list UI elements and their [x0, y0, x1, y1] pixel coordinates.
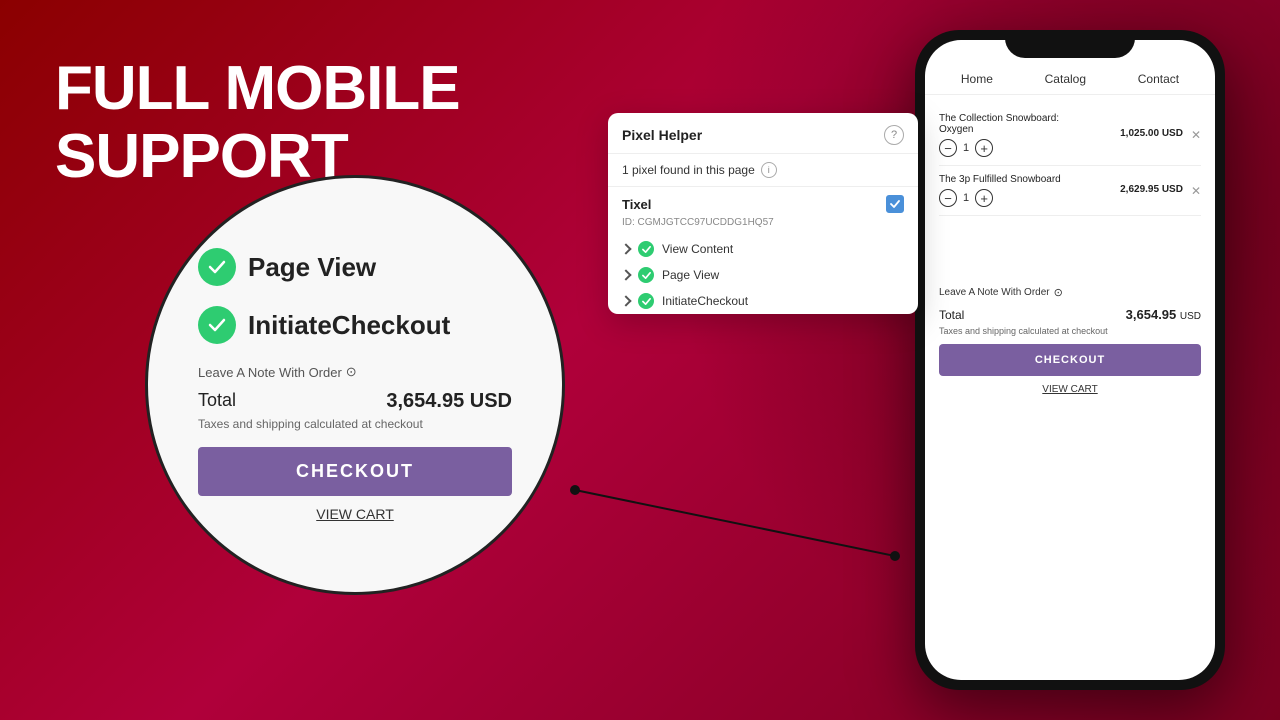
ph-subheader: 1 pixel found in this page i — [608, 154, 918, 187]
circle-note-row: Leave A Note With Order ⊙ — [198, 364, 512, 380]
qty-control-1: − 1 + — [939, 139, 1079, 157]
circle-total-row: Total 3,654.95 USD — [198, 390, 512, 413]
phone-screen: Home Catalog Contact The Collection Snow… — [925, 40, 1215, 680]
product-1-name: The Collection Snowboard: Oxygen — [939, 113, 1079, 135]
phone-note-row: Leave A Note With Order ⊙ — [939, 276, 1201, 303]
product-1-remove[interactable]: ✕ — [1191, 128, 1201, 142]
badge-initiate-checkout: InitiateCheckout — [198, 306, 512, 344]
ph-event-view-content-label: View Content — [662, 242, 733, 256]
qty-1: 1 — [963, 142, 969, 154]
phone-nav: Home Catalog Contact — [925, 58, 1215, 95]
ph-tixel-row: Tixel — [608, 187, 918, 217]
heading-line1: FULL MOBILE — [55, 55, 460, 123]
ph-pixel-found-text: 1 pixel found in this page — [622, 163, 755, 177]
main-heading: FULL MOBILE SUPPORT — [55, 55, 460, 191]
check-badge-initiatecheckout — [198, 306, 236, 344]
badge-initiatecheckout-label: InitiateCheckout — [248, 310, 450, 341]
product-2-price: 2,629.95 USD — [1120, 184, 1183, 195]
phone-checkout-button[interactable]: CHECKOUT — [939, 344, 1201, 376]
qty-plus-1[interactable]: + — [975, 139, 993, 157]
ph-event-view-content[interactable]: View Content — [608, 236, 918, 262]
phone-note-label: Leave A Note With Order — [939, 287, 1050, 298]
circle-note-icon: ⊙ — [346, 364, 357, 380]
phone-total-label: Total — [939, 308, 964, 322]
product-1-price: 1,025.00 USD — [1120, 128, 1183, 139]
circle-tax-note: Taxes and shipping calculated at checkou… — [198, 417, 512, 431]
phone-nav-home[interactable]: Home — [961, 72, 993, 86]
qty-2: 1 — [963, 192, 969, 204]
phone-product-2: The 3p Fulfilled Snowboard − 1 + 2,629.9… — [939, 166, 1201, 216]
circle-viewcart-button[interactable]: VIEW CART — [198, 506, 512, 522]
ph-info-icon: i — [761, 162, 777, 178]
phone-tax-note: Taxes and shipping calculated at checkou… — [939, 326, 1201, 344]
ph-event-page-view[interactable]: Page View — [608, 262, 918, 288]
circle-content: Page View InitiateCheckout Leave A Note … — [148, 228, 562, 542]
badge-pageview-label: Page View — [248, 252, 376, 283]
ph-arrow-initiate-checkout — [620, 295, 631, 306]
qty-minus-2[interactable]: − — [939, 189, 957, 207]
product-2-name: The 3p Fulfilled Snowboard — [939, 174, 1061, 185]
ph-help-icon[interactable]: ? — [884, 125, 904, 145]
circle-total-amount: 3,654.95 USD — [386, 390, 512, 413]
circle-zoom: Page View InitiateCheckout Leave A Note … — [145, 175, 565, 595]
ph-arrow-view-content — [620, 243, 631, 254]
phone-total-amount: 3,654.95 USD — [1126, 307, 1201, 322]
ph-tixel-name: Tixel — [622, 197, 651, 212]
pixel-helper-popup: Pixel Helper ? 1 pixel found in this pag… — [608, 113, 918, 314]
ph-check-page-view — [638, 267, 654, 283]
ph-event-initiate-checkout[interactable]: InitiateCheckout — [608, 288, 918, 314]
phone-nav-contact[interactable]: Contact — [1138, 72, 1179, 86]
phone-viewcart-button[interactable]: VIEW CART — [939, 382, 1201, 397]
ph-check-view-content — [638, 241, 654, 257]
ph-checkbox[interactable] — [886, 195, 904, 213]
circle-checkout-button[interactable]: CHECKOUT — [198, 447, 512, 496]
phone-products: The Collection Snowboard: Oxygen − 1 + 1… — [925, 95, 1215, 407]
phone-mockup: Home Catalog Contact The Collection Snow… — [915, 30, 1225, 690]
product-2-remove[interactable]: ✕ — [1191, 184, 1201, 198]
circle-total-label: Total — [198, 390, 236, 413]
phone-nav-catalog[interactable]: Catalog — [1045, 72, 1086, 86]
qty-control-2: − 1 + — [939, 189, 1061, 207]
ph-event-initiate-checkout-label: InitiateCheckout — [662, 294, 748, 308]
ph-check-initiate-checkout — [638, 293, 654, 309]
phone-product-1: The Collection Snowboard: Oxygen − 1 + 1… — [939, 105, 1201, 166]
ph-arrow-page-view — [620, 269, 631, 280]
ph-event-page-view-label: Page View — [662, 268, 719, 282]
phone-note-icon: ⊙ — [1054, 286, 1063, 299]
qty-minus-1[interactable]: − — [939, 139, 957, 157]
badge-page-view: Page View — [198, 248, 512, 286]
check-badge-pageview — [198, 248, 236, 286]
phone-notch — [1005, 30, 1135, 58]
qty-plus-2[interactable]: + — [975, 189, 993, 207]
phone-total-row: Total 3,654.95 USD — [939, 303, 1201, 326]
ph-tixel-id: ID: CGMJGTCC97UCDDG1HQ57 — [608, 217, 918, 236]
ph-header: Pixel Helper ? — [608, 113, 918, 154]
ph-title: Pixel Helper — [622, 127, 702, 143]
circle-note-label: Leave A Note With Order — [198, 365, 342, 380]
